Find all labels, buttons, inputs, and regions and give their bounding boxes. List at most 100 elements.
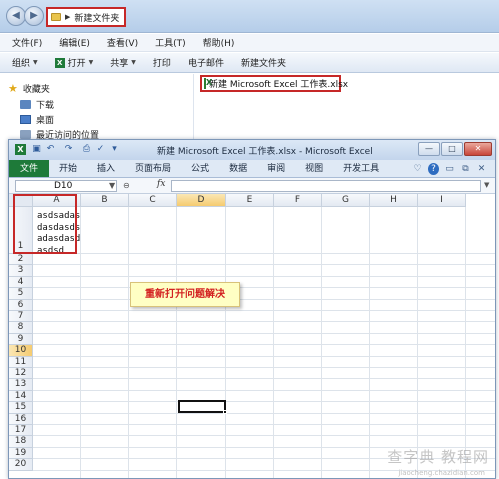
chevron-down-icon: ▼ [88, 59, 94, 66]
undo-icon[interactable]: ↶ [45, 144, 56, 155]
help-icon[interactable]: ? [428, 163, 439, 175]
tab-file[interactable]: 文件 [9, 160, 49, 177]
menu-view[interactable]: 查看(V) [99, 36, 147, 49]
nav-favorites[interactable]: ★ 收藏夹 [8, 81, 50, 96]
open-label: 打开 [67, 59, 86, 69]
column-header-c[interactable]: C [129, 194, 177, 207]
column-header-i[interactable]: I [418, 194, 466, 207]
menu-file[interactable]: 文件(F) [4, 36, 51, 49]
new-folder-label: 新建文件夹 [240, 59, 286, 69]
star-icon: ★ [8, 81, 18, 95]
row-header-6[interactable]: 6 [9, 299, 33, 311]
heart-icon[interactable]: ♡ [412, 163, 423, 175]
ribbon-minimize-icon[interactable]: ▭ [444, 163, 455, 175]
ribbon-close-icon[interactable]: ✕ [476, 163, 487, 175]
menu-help[interactable]: 帮助(H) [195, 36, 244, 49]
row-header-8[interactable]: 8 [9, 322, 33, 334]
excel-logo-icon[interactable]: X [15, 144, 26, 155]
formula-cancel-icon[interactable]: ⊖ [123, 181, 130, 190]
column-header-h[interactable]: H [370, 194, 418, 207]
back-icon[interactable]: ◀ [6, 6, 26, 26]
row-gridline [33, 298, 495, 300]
active-cell-d10[interactable] [178, 400, 226, 413]
row-header-13[interactable]: 13 [9, 379, 33, 391]
print-button[interactable]: 打印 [147, 56, 182, 69]
ribbon-restore-icon[interactable]: ⧉ [460, 163, 471, 175]
tab-formulas[interactable]: 公式 [181, 160, 219, 177]
row-header-12[interactable]: 12 [9, 368, 33, 380]
new-folder-button[interactable]: 新建文件夹 [235, 56, 297, 69]
menu-tools[interactable]: 工具(T) [147, 36, 195, 49]
row-header-14[interactable]: 14 [9, 390, 33, 403]
name-box[interactable]: D10 [15, 180, 117, 192]
row-gridline [33, 435, 495, 437]
column-header-f[interactable]: F [274, 194, 322, 207]
nav-downloads-label: 下载 [36, 101, 55, 111]
forward-icon[interactable]: ▶ [24, 6, 44, 26]
row-header-15[interactable]: 15 [9, 402, 33, 414]
folder-icon [51, 13, 61, 21]
desktop-icon [20, 115, 31, 124]
nav-downloads[interactable]: 下载 [20, 98, 54, 111]
row-header-7[interactable]: 7 [9, 311, 33, 323]
tab-developer[interactable]: 开发工具 [333, 160, 389, 177]
function-icon[interactable]: fx [157, 179, 165, 189]
column-gridline [273, 207, 274, 478]
row-header-2[interactable]: 2 [9, 254, 33, 266]
explorer-menu-bar: 文件(F) 编辑(E) 查看(V) 工具(T) 帮助(H) [0, 34, 499, 52]
row-header-9[interactable]: 9 [9, 333, 33, 346]
formula-input[interactable] [171, 180, 481, 192]
row-header-11[interactable]: 11 [9, 356, 33, 368]
ribbon-tabs: 文件 开始 插入 页面布局 公式 数据 审阅 视图 开发工具 ♡ ? ▭ ⧉ ✕ [9, 160, 495, 178]
row-header-5[interactable]: 5 [9, 288, 33, 300]
email-button[interactable]: 电子邮件 [182, 56, 235, 69]
download-folder-icon [20, 100, 31, 109]
close-icon[interactable]: ✕ [464, 142, 492, 156]
share-button[interactable]: 共享 ▼ [104, 56, 147, 69]
expand-formula-icon[interactable]: ▼ [484, 181, 489, 189]
row-gridline [33, 310, 495, 311]
tab-insert[interactable]: 插入 [87, 160, 125, 177]
column-header-g[interactable]: G [322, 194, 370, 207]
maximize-icon[interactable]: □ [441, 142, 463, 156]
column-header-b[interactable]: B [81, 194, 129, 207]
formula-bar: D10 ▼ ⊖ fx ▼ [9, 178, 495, 194]
menu-edit[interactable]: 编辑(E) [51, 36, 99, 49]
ribbon-controls: ♡ ? ▭ ⧉ ✕ [412, 163, 487, 175]
row-header-4[interactable]: 4 [9, 276, 33, 289]
column-header-e[interactable]: E [226, 194, 274, 207]
tab-view[interactable]: 视图 [295, 160, 333, 177]
row-header-20[interactable]: 20 [9, 459, 33, 471]
row-header-18[interactable]: 18 [9, 436, 33, 448]
row-header-19[interactable]: 19 [9, 447, 33, 460]
chevron-right-icon[interactable]: ▶ [65, 13, 70, 21]
spellcheck-icon[interactable]: ✓ [95, 144, 106, 155]
redo-icon[interactable]: ↷ [63, 144, 74, 155]
fill-handle[interactable] [223, 410, 227, 414]
save-icon[interactable]: ▣ [31, 144, 42, 155]
file-item-xlsx[interactable]: 新建 Microsoft Excel 工作表.xlsx [200, 75, 348, 92]
name-box-dropdown-icon[interactable]: ▼ [109, 181, 115, 190]
tab-data[interactable]: 数据 [219, 160, 257, 177]
row-header-16[interactable]: 16 [9, 413, 33, 425]
tab-review[interactable]: 审阅 [257, 160, 295, 177]
tab-home[interactable]: 开始 [49, 160, 87, 177]
open-button[interactable]: X 打开 ▼ [49, 56, 105, 69]
customize-toolbar-icon[interactable]: ▾ [109, 144, 120, 155]
organize-button[interactable]: 组织 ▼ [6, 56, 49, 69]
organize-label: 组织 [12, 59, 31, 69]
column-header-d[interactable]: D [177, 194, 226, 207]
row-header-3[interactable]: 3 [9, 265, 33, 277]
watermark-url: jiaocheng.chazidian.com [398, 469, 485, 477]
row-gridline [33, 332, 495, 334]
row-header-17[interactable]: 17 [9, 425, 33, 437]
print-preview-icon[interactable]: ⎙ [81, 144, 92, 155]
nav-desktop-label: 桌面 [36, 116, 55, 126]
minimize-icon[interactable]: — [418, 142, 440, 156]
nav-desktop[interactable]: 桌面 [20, 113, 54, 126]
worksheet-grid[interactable]: ABCDEFGHI 1 2 3 4 5 6 7 8 9 10 11 12 13 14 15 16 17 18 19 2… [9, 194, 495, 478]
cell-a1-highlight-box [13, 194, 77, 254]
address-box[interactable]: ▶ 新建文件夹 [46, 7, 126, 27]
row-header-10[interactable]: 10 [9, 345, 33, 357]
tab-page-layout[interactable]: 页面布局 [125, 160, 181, 177]
